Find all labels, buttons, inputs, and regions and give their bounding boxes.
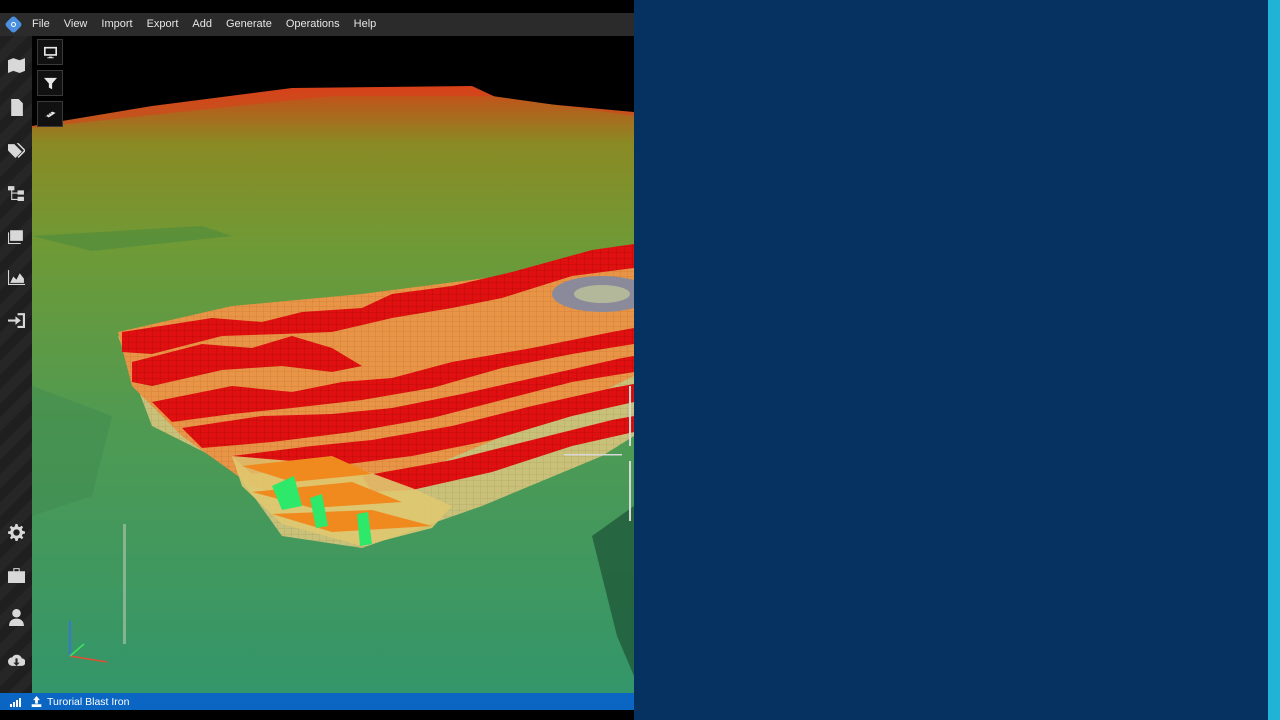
- signal-icon: [10, 697, 22, 707]
- menu-export[interactable]: Export: [140, 13, 186, 36]
- menu-view[interactable]: View: [57, 13, 95, 36]
- map-icon[interactable]: [4, 53, 28, 77]
- menu-operations[interactable]: Operations: [279, 13, 347, 36]
- 3d-viewport[interactable]: [32, 36, 634, 693]
- menu-bar: File View Import Export Add Generate Ope…: [0, 13, 634, 36]
- left-icon-rail: [0, 36, 32, 693]
- gear-icon[interactable]: [4, 520, 28, 544]
- app-logo-icon[interactable]: [0, 13, 26, 36]
- status-bar: Turorial Blast Iron: [0, 693, 634, 710]
- app-window: File View Import Export Add Generate Ope…: [0, 0, 634, 720]
- area-chart-icon[interactable]: [4, 265, 28, 289]
- right-accent-strip: [1268, 0, 1280, 720]
- block-model-scene: [32, 36, 634, 693]
- menu-add[interactable]: Add: [185, 13, 219, 36]
- toolbox-icon[interactable]: [4, 563, 28, 587]
- ruler-icon[interactable]: [37, 101, 63, 127]
- hierarchy-icon[interactable]: [4, 180, 28, 204]
- menu-generate[interactable]: Generate: [219, 13, 279, 36]
- upload-icon[interactable]: [30, 696, 42, 708]
- menu-file[interactable]: File: [26, 13, 57, 36]
- layers-icon[interactable]: [4, 223, 28, 247]
- bottom-edge: [0, 710, 634, 720]
- window-top-edge: [0, 0, 634, 13]
- menu-help[interactable]: Help: [347, 13, 384, 36]
- cloud-download-icon[interactable]: [4, 648, 28, 672]
- monitor-icon[interactable]: [37, 39, 63, 65]
- filter-icon[interactable]: [37, 70, 63, 96]
- right-blank-panel: [634, 0, 1280, 720]
- project-name[interactable]: Turorial Blast Iron: [47, 696, 129, 708]
- menu-import[interactable]: Import: [94, 13, 139, 36]
- document-icon[interactable]: [4, 95, 28, 119]
- user-icon[interactable]: [4, 605, 28, 629]
- tags-icon[interactable]: [4, 138, 28, 162]
- sign-in-icon[interactable]: [4, 308, 28, 332]
